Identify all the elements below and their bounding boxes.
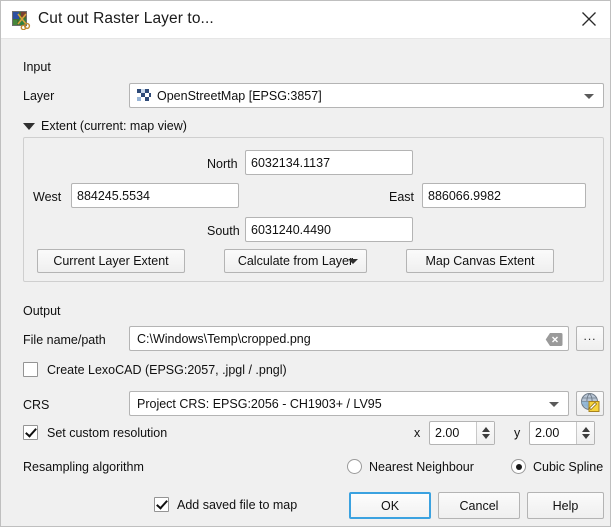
file-path-input[interactable]: C:\Windows\Temp\cropped.png <box>129 326 569 351</box>
cancel-button[interactable]: Cancel <box>438 492 520 519</box>
set-custom-resolution-checkbox[interactable] <box>23 425 38 440</box>
add-saved-file-to-map-label: Add saved file to map <box>177 498 298 512</box>
cut-out-raster-layer-dialog: Cut out Raster Layer to... Input Layer O… <box>0 0 611 527</box>
raster-layer-icon <box>137 89 151 103</box>
title-bar: Cut out Raster Layer to... <box>1 1 610 39</box>
crs-label: CRS <box>23 398 50 412</box>
input-section-label: Input <box>23 60 51 74</box>
chevron-down-icon <box>549 401 559 407</box>
east-label: East <box>389 190 415 204</box>
layer-combobox[interactable]: OpenStreetMap [EPSG:3857] <box>129 83 604 108</box>
south-value: 6031240.4490 <box>251 222 331 237</box>
spinner-arrows-icon[interactable] <box>576 422 594 444</box>
triangle-down-icon[interactable] <box>23 123 35 130</box>
globe-edit-icon <box>580 392 600 415</box>
north-input[interactable]: 6032134.1137 <box>245 150 413 175</box>
radio-nearest-neighbour[interactable] <box>347 459 362 474</box>
extent-header: Extent (current: map view) <box>41 119 187 133</box>
add-saved-file-to-map-checkbox[interactable] <box>154 497 169 512</box>
resolution-y-label: y <box>514 426 521 440</box>
east-input[interactable]: 886066.9982 <box>422 183 586 208</box>
clear-x-icon[interactable] <box>545 332 563 347</box>
resolution-y-spinbox[interactable]: 2.00 <box>529 421 595 445</box>
create-lexocad-checkbox[interactable] <box>23 362 38 377</box>
radio-cubic-spline-label: Cubic Spline <box>533 460 604 474</box>
north-value: 6032134.1137 <box>251 155 331 170</box>
map-canvas-extent-button[interactable]: Map Canvas Extent <box>406 249 554 273</box>
file-path-value: C:\Windows\Temp\cropped.png <box>137 331 311 346</box>
calculate-from-layer-label: Calculate from Layer <box>237 254 354 268</box>
window-title: Cut out Raster Layer to... <box>38 10 214 27</box>
current-layer-extent-button[interactable]: Current Layer Extent <box>37 249 185 273</box>
north-label: North <box>207 157 238 171</box>
radio-cubic-spline[interactable] <box>511 459 526 474</box>
resampling-algorithm-label: Resampling algorithm <box>23 460 144 474</box>
calculate-from-layer-button[interactable]: Calculate from Layer <box>224 249 367 273</box>
spinner-arrows-icon[interactable] <box>476 422 494 444</box>
browse-file-label: ... <box>583 328 597 343</box>
output-section-label: Output <box>23 304 61 318</box>
set-custom-resolution-label: Set custom resolution <box>47 426 168 440</box>
create-lexocad-label: Create LexoCAD (EPSG:2057, .jpgl / .pngl… <box>47 363 287 377</box>
layer-label: Layer <box>23 89 55 103</box>
west-label: West <box>33 190 62 204</box>
help-button[interactable]: Help <box>527 492 604 519</box>
west-input[interactable]: 884245.5534 <box>71 183 239 208</box>
south-input[interactable]: 6031240.4490 <box>245 217 413 242</box>
raster-cut-icon <box>12 11 31 31</box>
file-path-label: File name/path <box>23 333 106 347</box>
west-value: 884245.5534 <box>77 188 150 203</box>
resolution-x-value: 2.00 <box>435 426 460 440</box>
resolution-x-spinbox[interactable]: 2.00 <box>429 421 495 445</box>
chevron-down-icon <box>584 93 594 99</box>
resolution-y-value: 2.00 <box>535 426 560 440</box>
radio-nearest-neighbour-label: Nearest Neighbour <box>369 460 474 474</box>
select-crs-button[interactable] <box>576 391 604 416</box>
browse-file-button[interactable]: ... <box>576 326 604 351</box>
close-icon[interactable] <box>566 1 610 37</box>
ok-button[interactable]: OK <box>349 492 431 519</box>
resolution-x-label: x <box>414 426 421 440</box>
layer-combobox-value: OpenStreetMap [EPSG:3857] <box>157 88 322 103</box>
chevron-down-icon <box>348 259 358 264</box>
crs-value: Project CRS: EPSG:2056 - CH1903+ / LV95 <box>137 396 382 411</box>
crs-combobox[interactable]: Project CRS: EPSG:2056 - CH1903+ / LV95 <box>129 391 569 416</box>
east-value: 886066.9982 <box>428 188 501 203</box>
south-label: South <box>207 224 240 238</box>
